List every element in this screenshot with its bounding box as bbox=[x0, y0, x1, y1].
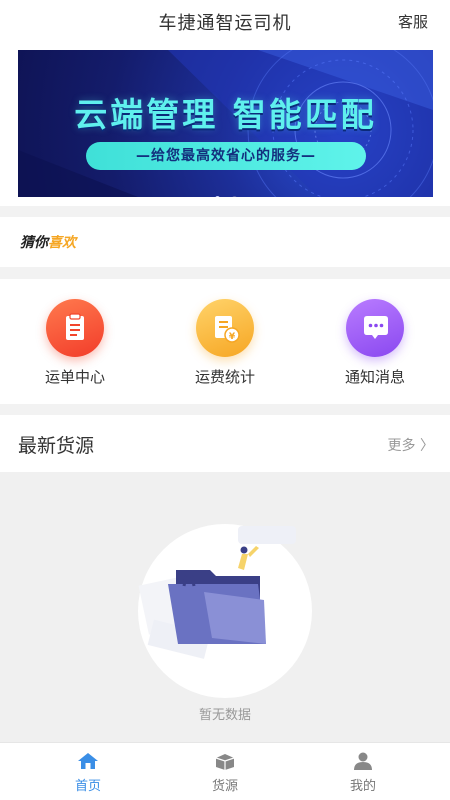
shortcut-icon-bg bbox=[46, 299, 104, 357]
shortcut-icon-bg bbox=[346, 299, 404, 357]
carousel-dot-2[interactable] bbox=[231, 196, 237, 197]
tab-label: 我的 bbox=[349, 779, 376, 794]
guess-you-like-section: 猜你喜欢 bbox=[0, 217, 450, 267]
more-link[interactable]: 更多 〉 bbox=[388, 435, 434, 455]
shortcut-grid: 运单中心 ¥ 运费统计 通知消息 bbox=[0, 279, 450, 404]
carousel-dot-1[interactable] bbox=[214, 196, 220, 197]
tab-mine[interactable]: 我的 bbox=[313, 751, 413, 794]
message-icon bbox=[364, 316, 388, 339]
cargo-icon bbox=[215, 754, 235, 770]
guess-you-like-title: 猜你喜欢 bbox=[20, 232, 76, 252]
bottom-tab-bar: 首页 货源 我的 bbox=[0, 742, 450, 800]
empty-state: 暂无数据 bbox=[0, 472, 450, 742]
shortcut-waybill-center[interactable]: 运单中心 bbox=[15, 299, 135, 387]
page-title: 车捷通智运司机 bbox=[158, 13, 292, 34]
tab-label: 首页 bbox=[74, 779, 101, 794]
banner-carousel[interactable]: 云端管理 智能匹配 —给您最高效省心的服务— bbox=[18, 50, 433, 197]
tab-home[interactable]: 首页 bbox=[38, 751, 138, 794]
home-icon bbox=[78, 753, 98, 769]
carousel-indicator bbox=[18, 186, 433, 197]
latest-supply-header: 最新货源 更多 〉 bbox=[0, 415, 450, 472]
shortcut-label: 通知消息 bbox=[344, 368, 405, 386]
empty-folder-illustration bbox=[138, 526, 296, 659]
shortcut-label: 运单中心 bbox=[44, 368, 105, 386]
latest-supply-title: 最新货源 bbox=[18, 435, 95, 457]
header-bar: 车捷通智运司机 客服 bbox=[0, 0, 450, 42]
guess-title-part2: 喜欢 bbox=[48, 235, 76, 251]
freight-stats-icon: ¥ bbox=[215, 316, 240, 343]
customer-service-button[interactable]: 客服 bbox=[398, 11, 428, 32]
tab-label: 货源 bbox=[211, 779, 238, 794]
app-screen: 车捷通智运司机 客服 云端管理 智能匹配 —给您最高效省心的服务— 猜你喜欢 运… bbox=[0, 0, 450, 800]
banner-headline: 云端管理 智能匹配 bbox=[74, 95, 377, 134]
banner-section: 云端管理 智能匹配 —给您最高效省心的服务— bbox=[0, 42, 450, 206]
empty-state-text: 暂无数据 bbox=[198, 708, 251, 723]
shortcut-icon-bg: ¥ bbox=[196, 299, 254, 357]
user-icon bbox=[354, 752, 372, 770]
shortcut-notifications[interactable]: 通知消息 bbox=[315, 299, 435, 387]
guess-title-part1: 猜你 bbox=[20, 235, 48, 251]
clipboard-icon bbox=[66, 313, 84, 340]
tab-cargo[interactable]: 货源 bbox=[175, 751, 275, 794]
shortcut-label: 运费统计 bbox=[194, 368, 255, 386]
banner-subline: —给您最高效省心的服务— bbox=[86, 142, 366, 170]
shortcut-freight-stats[interactable]: ¥ 运费统计 bbox=[165, 299, 285, 387]
svg-text:¥: ¥ bbox=[229, 332, 236, 342]
